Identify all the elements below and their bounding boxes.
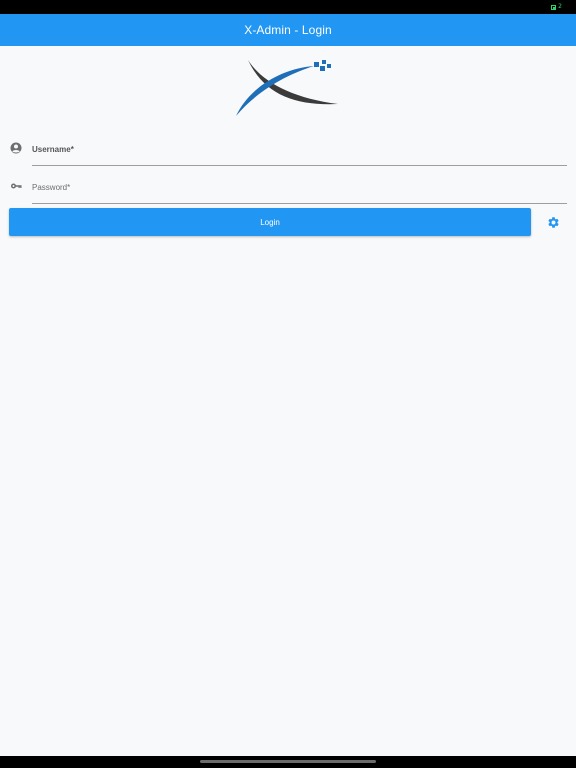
key-icon: [11, 183, 22, 189]
settings-button[interactable]: [544, 213, 562, 231]
home-indicator[interactable]: [200, 760, 376, 763]
login-button[interactable]: Login: [9, 208, 531, 236]
status-bar: 2: [0, 0, 576, 14]
login-form: Login: [0, 46, 576, 756]
page-title: X-Admin - Login: [244, 23, 332, 37]
x-logo-icon: [236, 60, 338, 116]
account-circle-icon: [10, 142, 22, 154]
battery-icon: [551, 4, 557, 10]
battery-level: 2: [558, 3, 562, 10]
gear-icon: [547, 216, 559, 228]
username-field-row: [0, 130, 576, 166]
bottom-bar: [0, 756, 576, 768]
password-input[interactable]: [32, 168, 567, 204]
screen: 2 X-Admin - Login Username* Login: [0, 0, 576, 768]
username-input[interactable]: [32, 130, 567, 166]
password-field-row: [0, 168, 576, 204]
app-bar: X-Admin - Login: [0, 14, 576, 46]
battery-indicator: 2: [551, 4, 562, 10]
